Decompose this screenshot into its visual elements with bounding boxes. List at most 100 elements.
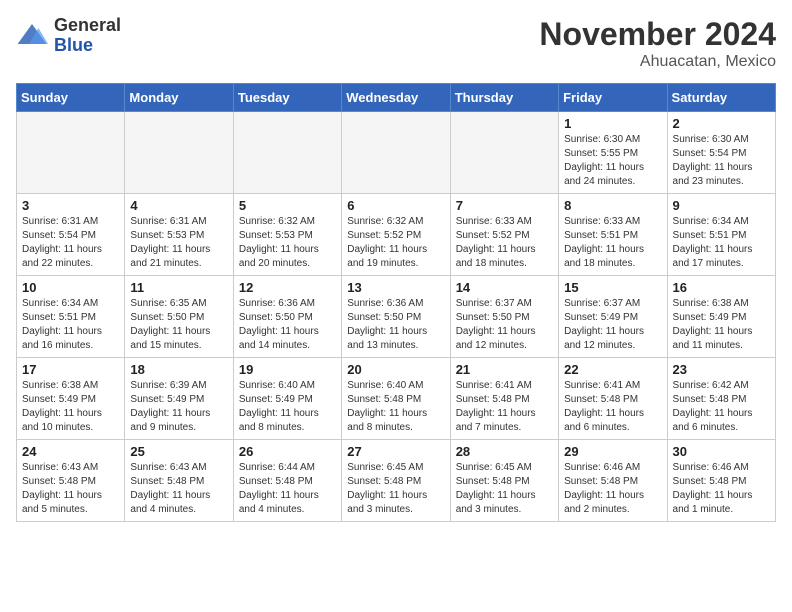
calendar-cell — [342, 112, 450, 194]
calendar-cell: 15 Sunrise: 6:37 AMSunset: 5:49 PMDayligh… — [559, 276, 667, 358]
location-title: Ahuacatan, Mexico — [539, 53, 776, 71]
calendar-cell: 18Sunrise: 6:39 AMSunset: 5:49 PMDayligh… — [125, 358, 233, 440]
calendar-cell: 17 Sunrise: 6:38 AMSunset: 5:49 PMDayligh… — [17, 358, 125, 440]
header-wednesday: Wednesday — [342, 84, 450, 112]
calendar-cell: 19Sunrise: 6:40 AMSunset: 5:49 PMDayligh… — [233, 358, 341, 440]
day-number: 22 — [564, 362, 661, 377]
day-info: Sunrise: 6:34 AMSunset: 5:51 PMDaylight:… — [22, 297, 119, 353]
day-info: Sunrise: 6:38 AMSunset: 5:49 PMDaylight:… — [22, 379, 119, 435]
day-info: Sunrise: 6:46 AMSunset: 5:48 PMDaylight:… — [564, 461, 661, 517]
calendar-cell: 4 Sunrise: 6:31 AMSunset: 5:53 PMDaylight… — [125, 194, 233, 276]
calendar-cell: 3 Sunrise: 6:31 AMSunset: 5:54 PMDaylight… — [17, 194, 125, 276]
day-number: 15 — [564, 280, 661, 295]
day-number: 1 — [564, 116, 661, 131]
header-thursday: Thursday — [450, 84, 558, 112]
day-number: 21 — [456, 362, 553, 377]
day-info: Sunrise: 6:33 AMSunset: 5:52 PMDaylight:… — [456, 215, 553, 271]
title-block: November 2024 Ahuacatan, Mexico — [539, 16, 776, 71]
day-info: Sunrise: 6:38 AMSunset: 5:49 PMDaylight:… — [673, 297, 770, 353]
day-info: Sunrise: 6:31 AMSunset: 5:53 PMDaylight:… — [130, 215, 227, 271]
day-info: Sunrise: 6:34 AMSunset: 5:51 PMDaylight:… — [673, 215, 770, 271]
day-number: 16 — [673, 280, 770, 295]
day-info: Sunrise: 6:31 AMSunset: 5:54 PMDaylight:… — [22, 215, 119, 271]
day-info: Sunrise: 6:37 AMSunset: 5:50 PMDaylight:… — [456, 297, 553, 353]
day-number: 29 — [564, 444, 661, 459]
header-sunday: Sunday — [17, 84, 125, 112]
day-info: Sunrise: 6:43 AMSunset: 5:48 PMDaylight:… — [130, 461, 227, 517]
day-number: 3 — [22, 198, 119, 213]
day-number: 14 — [456, 280, 553, 295]
day-number: 4 — [130, 198, 227, 213]
calendar-cell: 30Sunrise: 6:46 AMSunset: 5:48 PMDayligh… — [667, 440, 775, 522]
calendar-cell: 27Sunrise: 6:45 AMSunset: 5:48 PMDayligh… — [342, 440, 450, 522]
day-info: Sunrise: 6:41 AMSunset: 5:48 PMDaylight:… — [564, 379, 661, 435]
calendar-cell — [233, 112, 341, 194]
header-tuesday: Tuesday — [233, 84, 341, 112]
calendar-cell: 22 Sunrise: 6:41 AMSunset: 5:48 PMDayligh… — [559, 358, 667, 440]
calendar-table: SundayMondayTuesdayWednesdayThursdayFrid… — [16, 83, 776, 522]
calendar-cell: 25 Sunrise: 6:43 AMSunset: 5:48 PMDayligh… — [125, 440, 233, 522]
day-number: 27 — [347, 444, 444, 459]
logo-general: General — [54, 16, 121, 36]
calendar-cell: 20 Sunrise: 6:40 AMSunset: 5:48 PMDayligh… — [342, 358, 450, 440]
day-info: Sunrise: 6:40 AMSunset: 5:48 PMDaylight:… — [347, 379, 444, 435]
calendar-cell: 28 Sunrise: 6:45 AMSunset: 5:48 PMDayligh… — [450, 440, 558, 522]
day-number: 20 — [347, 362, 444, 377]
logo: General Blue — [16, 16, 121, 56]
day-number: 12 — [239, 280, 336, 295]
day-info: Sunrise: 6:42 AMSunset: 5:48 PMDaylight:… — [673, 379, 770, 435]
day-number: 25 — [130, 444, 227, 459]
calendar-cell: 6 Sunrise: 6:32 AMSunset: 5:52 PMDaylight… — [342, 194, 450, 276]
day-info: Sunrise: 6:43 AMSunset: 5:48 PMDaylight:… — [22, 461, 119, 517]
logo-text: General Blue — [54, 16, 121, 56]
day-number: 17 — [22, 362, 119, 377]
day-info: Sunrise: 6:32 AMSunset: 5:53 PMDaylight:… — [239, 215, 336, 271]
calendar-cell: 21 Sunrise: 6:41 AMSunset: 5:48 PMDayligh… — [450, 358, 558, 440]
calendar-cell: 26Sunrise: 6:44 AMSunset: 5:48 PMDayligh… — [233, 440, 341, 522]
day-info: Sunrise: 6:32 AMSunset: 5:52 PMDaylight:… — [347, 215, 444, 271]
calendar-cell: 29 Sunrise: 6:46 AMSunset: 5:48 PMDayligh… — [559, 440, 667, 522]
logo-icon — [16, 20, 48, 52]
day-info: Sunrise: 6:33 AMSunset: 5:51 PMDaylight:… — [564, 215, 661, 271]
calendar-week-3: 17 Sunrise: 6:38 AMSunset: 5:49 PMDayligh… — [17, 358, 776, 440]
day-info: Sunrise: 6:30 AMSunset: 5:54 PMDaylight:… — [673, 133, 770, 189]
day-number: 7 — [456, 198, 553, 213]
day-info: Sunrise: 6:37 AMSunset: 5:49 PMDaylight:… — [564, 297, 661, 353]
header-friday: Friday — [559, 84, 667, 112]
calendar-cell: 8Sunrise: 6:33 AMSunset: 5:51 PMDaylight… — [559, 194, 667, 276]
day-info: Sunrise: 6:41 AMSunset: 5:48 PMDaylight:… — [456, 379, 553, 435]
day-number: 5 — [239, 198, 336, 213]
day-number: 24 — [22, 444, 119, 459]
day-info: Sunrise: 6:39 AMSunset: 5:49 PMDaylight:… — [130, 379, 227, 435]
month-title: November 2024 — [539, 16, 776, 53]
day-info: Sunrise: 6:36 AMSunset: 5:50 PMDaylight:… — [239, 297, 336, 353]
day-number: 10 — [22, 280, 119, 295]
day-number: 19 — [239, 362, 336, 377]
day-info: Sunrise: 6:35 AMSunset: 5:50 PMDaylight:… — [130, 297, 227, 353]
calendar-cell: 11 Sunrise: 6:35 AMSunset: 5:50 PMDayligh… — [125, 276, 233, 358]
calendar-cell: 1 Sunrise: 6:30 AMSunset: 5:55 PMDaylight… — [559, 112, 667, 194]
calendar-cell: 16 Sunrise: 6:38 AMSunset: 5:49 PMDayligh… — [667, 276, 775, 358]
day-number: 11 — [130, 280, 227, 295]
calendar-week-4: 24 Sunrise: 6:43 AMSunset: 5:48 PMDayligh… — [17, 440, 776, 522]
day-info: Sunrise: 6:30 AMSunset: 5:55 PMDaylight:… — [564, 133, 661, 189]
calendar-cell: 2Sunrise: 6:30 AMSunset: 5:54 PMDaylight… — [667, 112, 775, 194]
day-number: 13 — [347, 280, 444, 295]
day-number: 6 — [347, 198, 444, 213]
day-info: Sunrise: 6:44 AMSunset: 5:48 PMDaylight:… — [239, 461, 336, 517]
day-info: Sunrise: 6:36 AMSunset: 5:50 PMDaylight:… — [347, 297, 444, 353]
calendar-cell: 10 Sunrise: 6:34 AMSunset: 5:51 PMDayligh… — [17, 276, 125, 358]
day-info: Sunrise: 6:46 AMSunset: 5:48 PMDaylight:… — [673, 461, 770, 517]
calendar-cell: 24 Sunrise: 6:43 AMSunset: 5:48 PMDayligh… — [17, 440, 125, 522]
calendar-cell — [125, 112, 233, 194]
calendar-week-0: 1 Sunrise: 6:30 AMSunset: 5:55 PMDaylight… — [17, 112, 776, 194]
day-number: 9 — [673, 198, 770, 213]
day-number: 28 — [456, 444, 553, 459]
calendar-cell: 5 Sunrise: 6:32 AMSunset: 5:53 PMDaylight… — [233, 194, 341, 276]
calendar-cell: 13 Sunrise: 6:36 AMSunset: 5:50 PMDayligh… — [342, 276, 450, 358]
calendar-cell — [450, 112, 558, 194]
day-info: Sunrise: 6:45 AMSunset: 5:48 PMDaylight:… — [456, 461, 553, 517]
logo-blue: Blue — [54, 36, 121, 56]
day-number: 23 — [673, 362, 770, 377]
calendar-cell: 9 Sunrise: 6:34 AMSunset: 5:51 PMDaylight… — [667, 194, 775, 276]
